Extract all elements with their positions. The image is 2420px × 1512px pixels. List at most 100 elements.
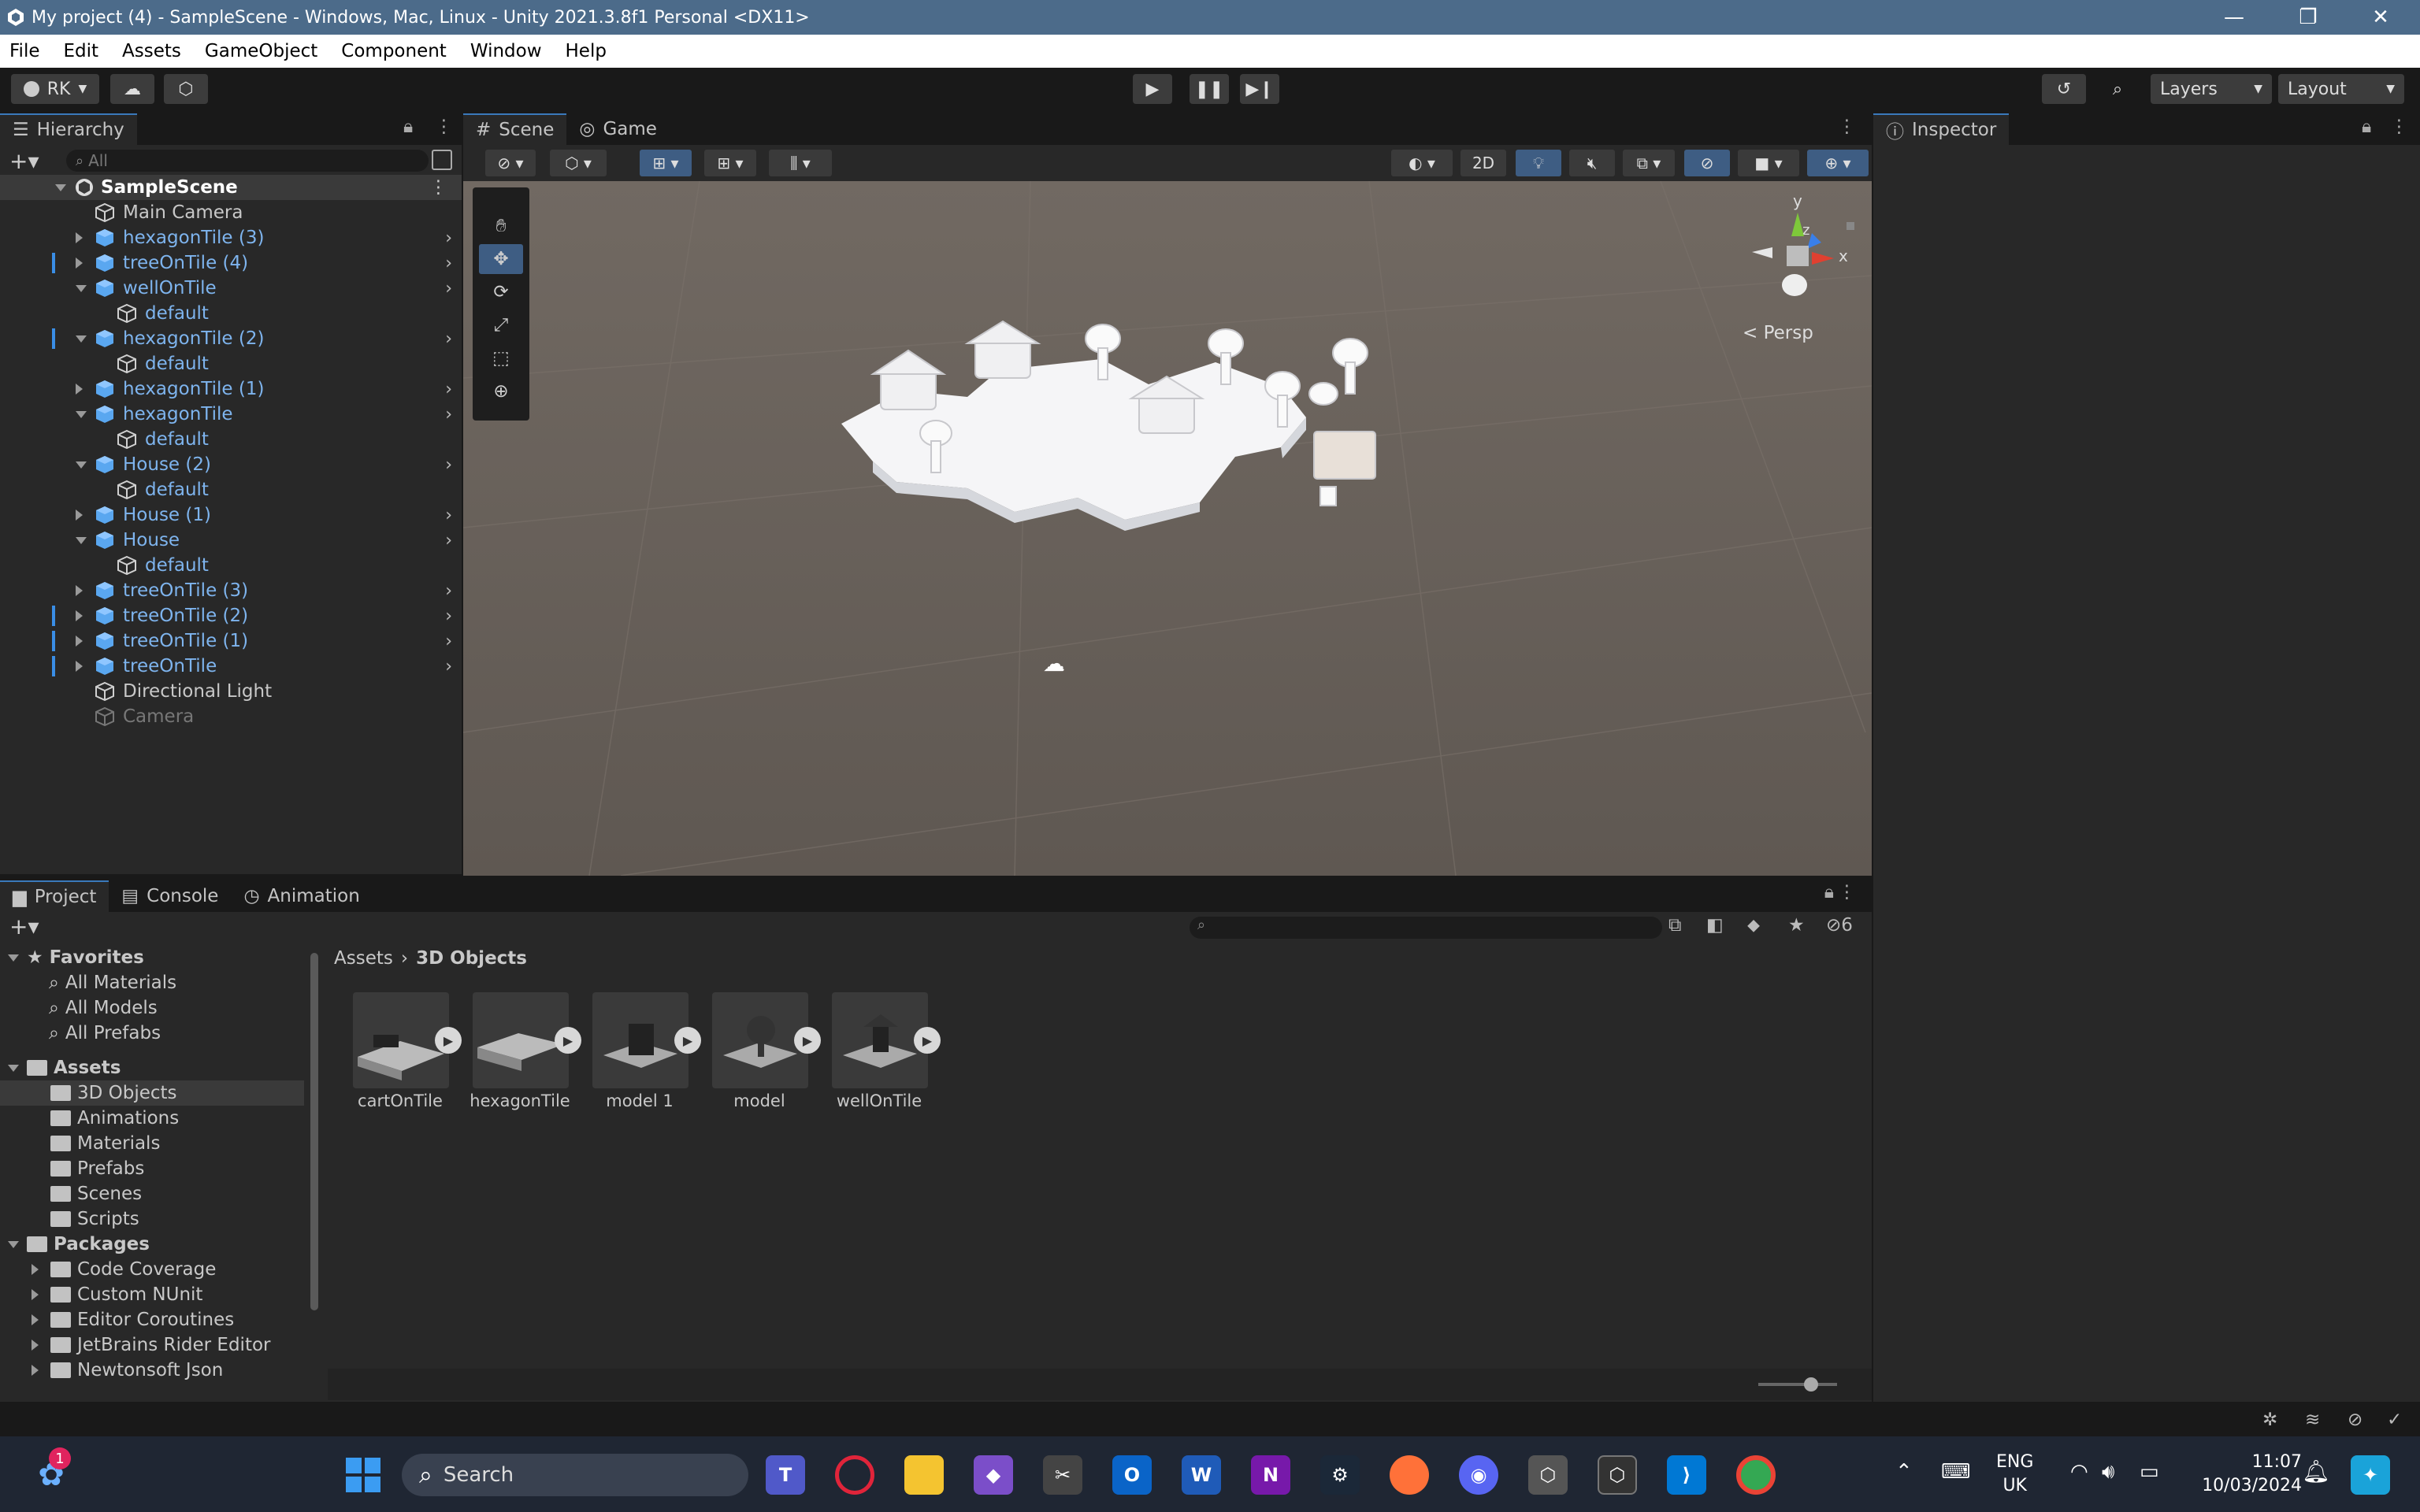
play-button[interactable]: ▶ [1133, 74, 1172, 104]
tab-inspector[interactable]: ⓘ Inspector [1873, 113, 2010, 145]
cloud-icon[interactable]: ☁ [110, 74, 154, 104]
search-icon[interactable]: ⌕ [2095, 74, 2140, 104]
history-icon[interactable]: ↺ [2042, 74, 2086, 104]
expand-icon[interactable] [32, 1314, 39, 1325]
scale-tool-icon[interactable]: ⤢ [479, 310, 523, 340]
hierarchy-item[interactable]: treeOnTile (4) › [0, 250, 462, 276]
audio-toggle-icon[interactable]: 🔇︎ [1569, 150, 1615, 176]
favorites-header[interactable]: ★ Favorites [0, 945, 144, 970]
filter-type-icon[interactable]: ◧ [1706, 915, 1724, 936]
zoom-slider-handle[interactable] [1804, 1377, 1818, 1392]
chevron-right-icon[interactable]: › [445, 657, 452, 676]
lock-icon[interactable]: 🔒︎ [403, 117, 413, 137]
more-icon[interactable]: ⋮ [1838, 117, 1856, 137]
asset-thumbnail[interactable]: ▶ [353, 992, 462, 1088]
expand-icon[interactable] [76, 610, 83, 621]
chevron-right-icon[interactable]: › [445, 329, 452, 349]
expand-icon[interactable] [76, 335, 87, 343]
favorite-star-icon[interactable]: ★ [1788, 915, 1805, 936]
grid-snap-toggle[interactable]: ⊞ ▾ [640, 150, 692, 176]
folder-item[interactable]: Scenes [50, 1181, 142, 1206]
package-item[interactable]: JetBrains Rider Editor [32, 1332, 271, 1358]
menu-gameobject[interactable]: GameObject [205, 41, 317, 61]
hierarchy-item[interactable]: House (1) › [0, 502, 462, 528]
folder-item[interactable]: Animations [50, 1106, 179, 1131]
hierarchy-item[interactable]: hexagonTile (3) › [0, 225, 462, 250]
outlook-icon[interactable]: O [1112, 1455, 1152, 1495]
menu-help[interactable]: Help [566, 41, 607, 61]
more-icon[interactable]: ⋮ [1838, 882, 1856, 902]
chevron-right-icon[interactable]: › [445, 531, 452, 550]
play-preview-icon[interactable]: ▶ [435, 1027, 462, 1054]
menu-edit[interactable]: Edit [64, 41, 99, 61]
draw-mode-dropdown[interactable]: ⊘ ▾ [485, 150, 536, 176]
bell-icon[interactable]: 🔔︎ [2302, 1458, 2330, 1484]
add-button[interactable]: +▾ [9, 148, 39, 174]
cache-icon[interactable]: ≋ [2305, 1410, 2320, 1430]
bug-icon[interactable]: ✲ [2262, 1410, 2277, 1430]
snap-increment-dropdown[interactable]: ⊞ ▾ [704, 150, 756, 176]
shading-dropdown[interactable]: ⬡ ▾ [550, 150, 607, 176]
close-button[interactable]: ✕ [2344, 0, 2417, 35]
hierarchy-item[interactable]: treeOnTile (3) › [0, 578, 462, 603]
expand-icon[interactable] [76, 537, 87, 544]
chevron-right-icon[interactable]: › [445, 228, 452, 248]
hierarchy-item[interactable]: default [0, 301, 462, 326]
volume-icon[interactable]: 🔊︎ [2102, 1460, 2114, 1484]
discord-icon[interactable]: ◉ [1459, 1455, 1498, 1495]
expand-icon[interactable] [32, 1340, 39, 1351]
expand-icon[interactable] [32, 1289, 39, 1300]
hierarchy-item[interactable]: treeOnTile (2) › [0, 603, 462, 628]
unity-editor-icon[interactable]: ⬡ [1598, 1455, 1637, 1495]
tab-hierarchy[interactable]: ☰ Hierarchy [0, 113, 137, 145]
menu-file[interactable]: File [9, 41, 40, 61]
project-search-field[interactable]: ⌕ [1190, 917, 1662, 939]
play-preview-icon[interactable]: ▶ [914, 1027, 941, 1054]
label-icon[interactable]: ⬥ [1747, 915, 1760, 936]
expand-icon[interactable] [76, 636, 83, 647]
more-icon[interactable]: ⋮ [435, 117, 453, 137]
hierarchy-item[interactable]: hexagonTile (1) › [0, 376, 462, 402]
vscode-icon[interactable]: ⟩ [1667, 1455, 1706, 1495]
hierarchy-item[interactable]: default [0, 553, 462, 578]
minimize-button[interactable]: — [2198, 0, 2270, 35]
package-item[interactable]: Editor Coroutines [32, 1307, 234, 1332]
steam-icon[interactable]: ⚙ [1320, 1455, 1360, 1495]
tab-scene[interactable]: # Scene [463, 113, 567, 145]
collab-icon[interactable]: ⬡ [164, 74, 208, 104]
teams-icon[interactable]: T [766, 1455, 805, 1495]
menu-assets[interactable]: Assets [122, 41, 181, 61]
hierarchy-item[interactable]: treeOnTile › [0, 654, 462, 679]
scene-row[interactable]: SampleScene ⋮ [0, 175, 462, 200]
snipping-tool-icon[interactable]: ✂ [1043, 1455, 1082, 1495]
chevron-right-icon[interactable]: › [445, 380, 452, 399]
scene-viewport[interactable]: ✋︎ ✥ ⟳ ⤢ ⬚ ⊕ y z x < Persp ☁ [463, 181, 1872, 876]
chevron-right-icon[interactable]: › [445, 632, 452, 651]
folder-item[interactable]: Prefabs [50, 1156, 144, 1181]
folder-item[interactable]: Materials [50, 1131, 160, 1156]
render-mode-dropdown[interactable]: ◐ ▾ [1391, 150, 1453, 176]
account-button[interactable]: RK ▼ [11, 74, 99, 104]
asset-thumbnail[interactable]: ▶ [473, 992, 581, 1088]
hierarchy-item[interactable]: hexagonTile (2) › [0, 326, 462, 351]
hierarchy-item[interactable]: Camera [0, 704, 462, 729]
expand-icon[interactable] [76, 461, 87, 469]
chrome-icon[interactable] [1736, 1455, 1776, 1495]
hierarchy-item[interactable]: House › [0, 528, 462, 553]
progress-icon[interactable]: ⊘ [2348, 1410, 2362, 1430]
package-item[interactable]: Custom NUnit [32, 1282, 202, 1307]
tab-game[interactable]: ◎ Game [566, 113, 670, 145]
pause-button[interactable]: ❚❚ [1190, 74, 1229, 104]
asset-thumbnail[interactable]: ▶ [592, 992, 701, 1088]
expand-icon[interactable] [76, 232, 83, 243]
chevron-right-icon[interactable]: › [445, 606, 452, 626]
expand-icon[interactable] [76, 258, 83, 269]
packages-header[interactable]: Packages [0, 1232, 150, 1257]
hidden-packages-toggle[interactable]: ⊘6 [1826, 915, 1853, 936]
language-indicator[interactable]: ENG UK [1996, 1451, 2033, 1498]
hierarchy-item[interactable]: hexagonTile › [0, 402, 462, 427]
hierarchy-item[interactable]: default [0, 427, 462, 452]
file-explorer-icon[interactable] [904, 1455, 944, 1495]
favorite-item[interactable]: ⌕ All Materials [49, 970, 176, 995]
hidden-objects-icon[interactable]: ⊘ [1684, 150, 1730, 176]
